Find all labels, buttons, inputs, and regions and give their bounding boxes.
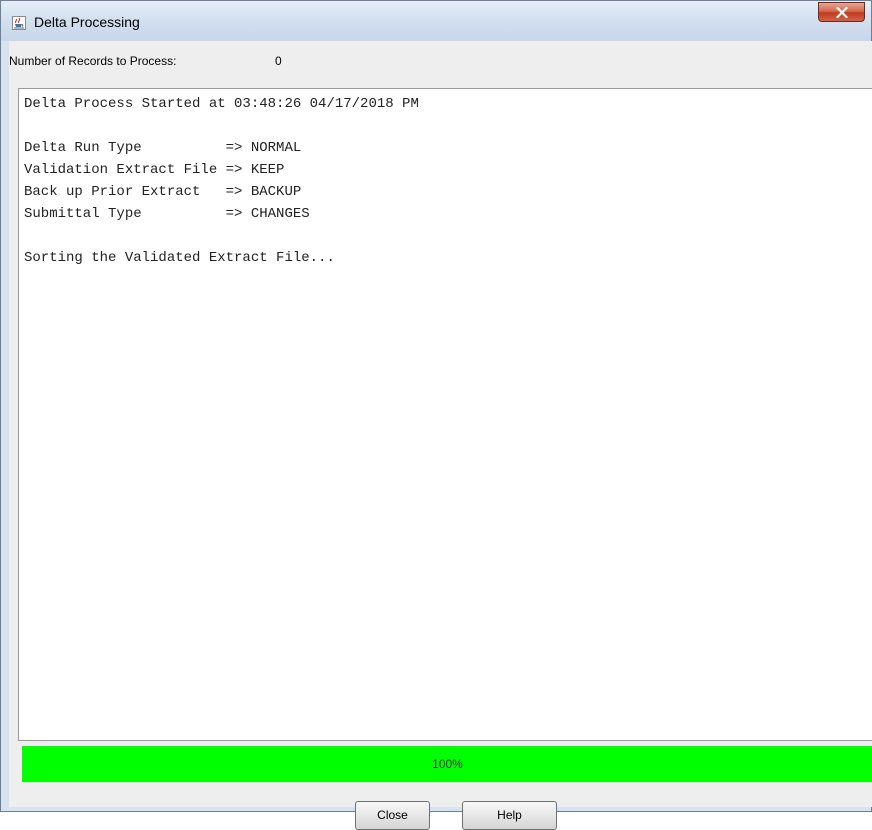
log-line: Sorting the Validated Extract File...	[24, 250, 335, 266]
records-value: 0	[275, 54, 282, 68]
window-title: Delta Processing	[34, 14, 140, 30]
dialog-content: Number of Records to Process: 0 Delta Pr…	[9, 41, 872, 830]
log-line: Delta Run Type => NORMAL	[24, 140, 302, 156]
log-line: Validation Extract File => KEEP	[24, 162, 285, 178]
log-line: Back up Prior Extract => BACKUP	[24, 184, 302, 200]
delta-processing-window: Delta Processing Number of Records to Pr…	[0, 0, 872, 830]
help-button[interactable]: Help	[462, 801, 557, 830]
close-button[interactable]: Close	[355, 801, 430, 830]
log-line: Delta Process Started at 03:48:26 04/17/…	[24, 96, 419, 112]
records-label: Number of Records to Process:	[9, 54, 177, 68]
log-output-area[interactable]: Delta Process Started at 03:48:26 04/17/…	[18, 88, 872, 741]
java-cup-icon	[12, 16, 26, 30]
title-bar[interactable]: Delta Processing	[1, 1, 871, 41]
window-close-button[interactable]	[818, 2, 865, 22]
progress-bar: 100%	[22, 746, 872, 782]
progress-label: 100%	[432, 757, 463, 771]
log-line: Submittal Type => CHANGES	[24, 206, 310, 222]
close-icon	[836, 7, 848, 18]
